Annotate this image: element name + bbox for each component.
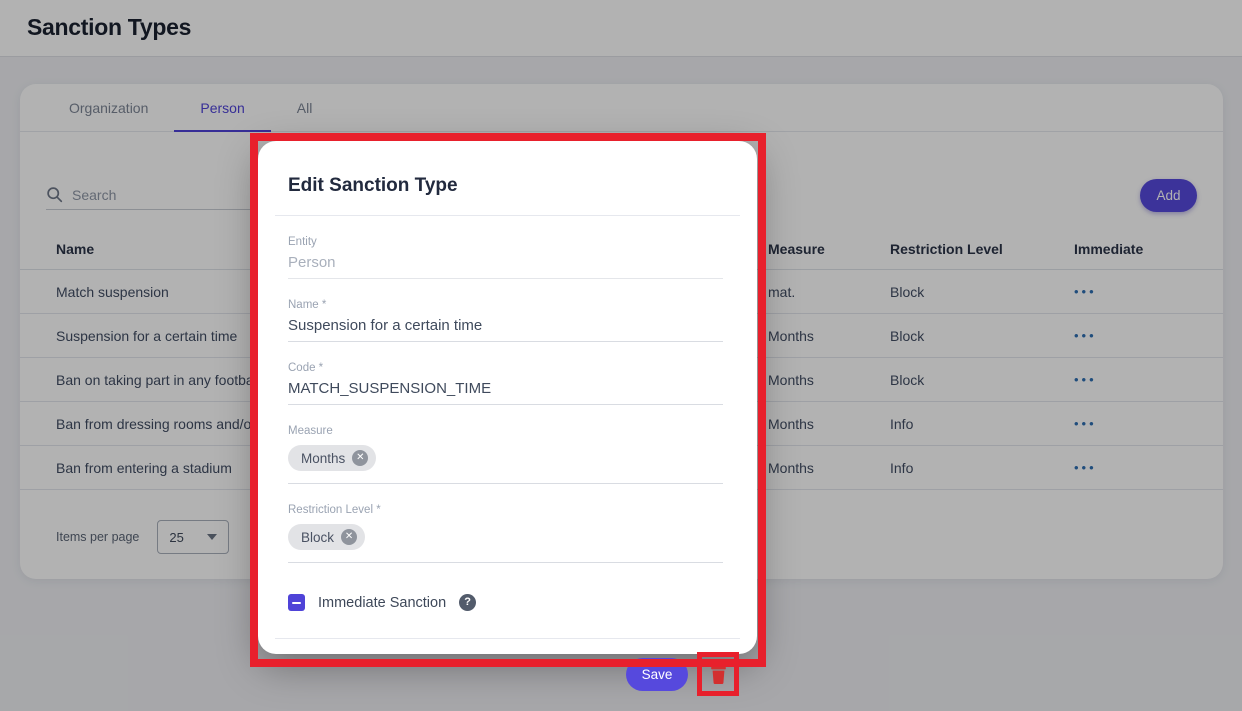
name-input[interactable] [288, 314, 723, 342]
code-label: Code * [288, 362, 723, 377]
dialog-footer: Save [258, 639, 757, 696]
code-input[interactable] [288, 377, 723, 405]
edit-sanction-type-dialog: Edit Sanction Type Entity Name * Code * … [258, 141, 757, 654]
dialog-title: Edit Sanction Type [288, 175, 727, 197]
divider [275, 215, 740, 216]
help-icon[interactable]: ? [459, 594, 476, 611]
trash-icon [710, 664, 727, 684]
annotation-rect-delete [697, 652, 739, 696]
immediate-sanction-label: Immediate Sanction [318, 595, 446, 611]
measure-label: Measure [288, 425, 723, 440]
restriction-level-field: Restriction Level * Block ✕ [288, 504, 723, 563]
delete-button[interactable] [710, 664, 727, 684]
remove-chip-icon[interactable]: ✕ [341, 529, 357, 545]
entity-field: Entity [288, 236, 723, 279]
page: Sanction Types Organization Person All A… [0, 0, 1242, 711]
entity-label: Entity [288, 236, 723, 251]
remove-chip-icon[interactable]: ✕ [352, 450, 368, 466]
entity-input [288, 251, 723, 279]
restriction-level-label: Restriction Level * [288, 504, 723, 519]
name-field: Name * [288, 299, 723, 342]
measure-chip[interactable]: Months ✕ [288, 445, 376, 471]
save-button[interactable]: Save [626, 658, 688, 691]
code-field: Code * [288, 362, 723, 405]
measure-chip-area[interactable]: Months ✕ [288, 440, 723, 484]
immediate-sanction-row: Immediate Sanction ? [288, 594, 723, 611]
name-label: Name * [288, 299, 723, 314]
immediate-sanction-checkbox[interactable] [288, 594, 305, 611]
restriction-chip[interactable]: Block ✕ [288, 524, 365, 550]
measure-field: Measure Months ✕ [288, 425, 723, 484]
restriction-chip-area[interactable]: Block ✕ [288, 519, 723, 563]
